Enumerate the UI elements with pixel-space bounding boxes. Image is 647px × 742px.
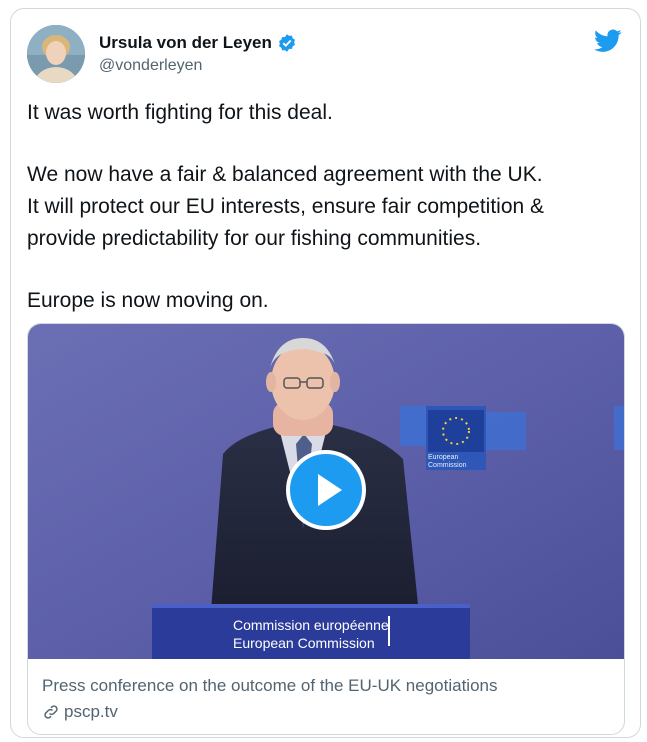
link-text[interactable]: pscp.tv [64,702,118,722]
media-card[interactable]: European Commission Commission européenn… [27,323,625,735]
tweet-line: It will protect our EU interests, ensure… [27,195,545,218]
tweet-text: It was worth fighting for this deal. We … [27,97,627,317]
podium-line-english: European Commission [233,635,375,651]
verified-badge-icon [278,34,295,52]
podium-line-french: Commission européenne [233,617,389,633]
media-caption[interactable]: Press conference on the outcome of the E… [42,676,497,696]
tweet-line: Europe is now moving on. [27,289,269,312]
author-name-row[interactable]: Ursula von der Leyen [99,33,297,53]
tweet-line: provide predictability for our fishing c… [27,227,482,250]
avatar[interactable] [27,25,85,83]
twitter-bird-icon[interactable] [594,29,622,53]
backdrop-label-line: European [428,454,459,461]
author-name[interactable]: Ursula von der Leyen [99,33,272,53]
tweet-card: Ursula von der Leyen @vonderleyen It was… [10,8,641,738]
avatar-image [27,25,85,83]
link-icon [44,705,58,719]
podium-sign: Commission européenne European Commissio… [233,616,389,652]
play-button[interactable] [286,450,366,530]
backdrop-label: European Commission [428,454,467,470]
tweet-line: We now have a fair & balanced agreement … [27,163,543,186]
author-handle[interactable]: @vonderleyen [99,57,202,75]
backdrop-label-line: Commission [428,462,467,469]
tweet-line: It was worth fighting for this deal. [27,101,333,124]
play-icon [318,474,342,506]
media-link[interactable]: pscp.tv [42,702,118,722]
